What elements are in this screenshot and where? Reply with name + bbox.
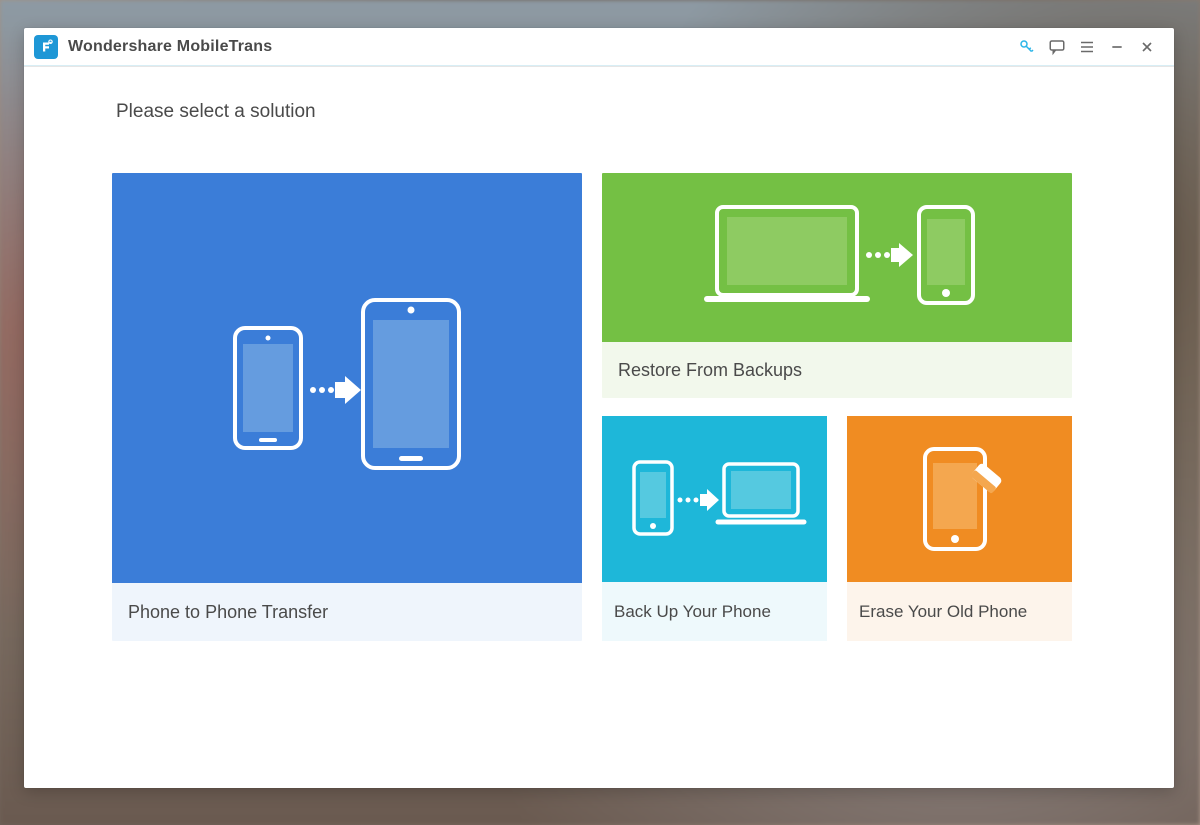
titlebar: Wondershare MobileTrans bbox=[24, 28, 1174, 67]
close-button[interactable] bbox=[1134, 34, 1160, 60]
card-label: Erase Your Old Phone bbox=[847, 582, 1072, 641]
menu-icon[interactable] bbox=[1074, 34, 1100, 60]
card-label: Back Up Your Phone bbox=[602, 582, 827, 641]
register-key-icon[interactable] bbox=[1014, 34, 1040, 60]
card-label: Phone to Phone Transfer bbox=[112, 583, 582, 641]
content-area: Please select a solution bbox=[24, 67, 1174, 788]
small-cards-row: Back Up Your Phone bbox=[602, 416, 1072, 641]
feedback-icon[interactable] bbox=[1044, 34, 1070, 60]
phone-to-phone-icon bbox=[112, 173, 582, 583]
erase-icon bbox=[847, 416, 1072, 582]
restore-icon bbox=[602, 173, 1072, 342]
card-phone-to-phone[interactable]: Phone to Phone Transfer bbox=[112, 173, 582, 641]
card-back-up-phone[interactable]: Back Up Your Phone bbox=[602, 416, 827, 641]
card-erase-phone[interactable]: Erase Your Old Phone bbox=[847, 416, 1072, 641]
card-restore-from-backups[interactable]: Restore From Backups bbox=[602, 173, 1072, 398]
app-title: Wondershare MobileTrans bbox=[68, 38, 272, 56]
prompt-text: Please select a solution bbox=[116, 101, 1086, 123]
minimize-button[interactable] bbox=[1104, 34, 1130, 60]
app-window: Wondershare MobileTrans bbox=[24, 28, 1174, 788]
backup-icon bbox=[602, 416, 827, 582]
app-logo-icon bbox=[34, 35, 58, 59]
card-label: Restore From Backups bbox=[602, 342, 1072, 398]
solution-grid: Phone to Phone Transfer bbox=[112, 173, 1072, 641]
